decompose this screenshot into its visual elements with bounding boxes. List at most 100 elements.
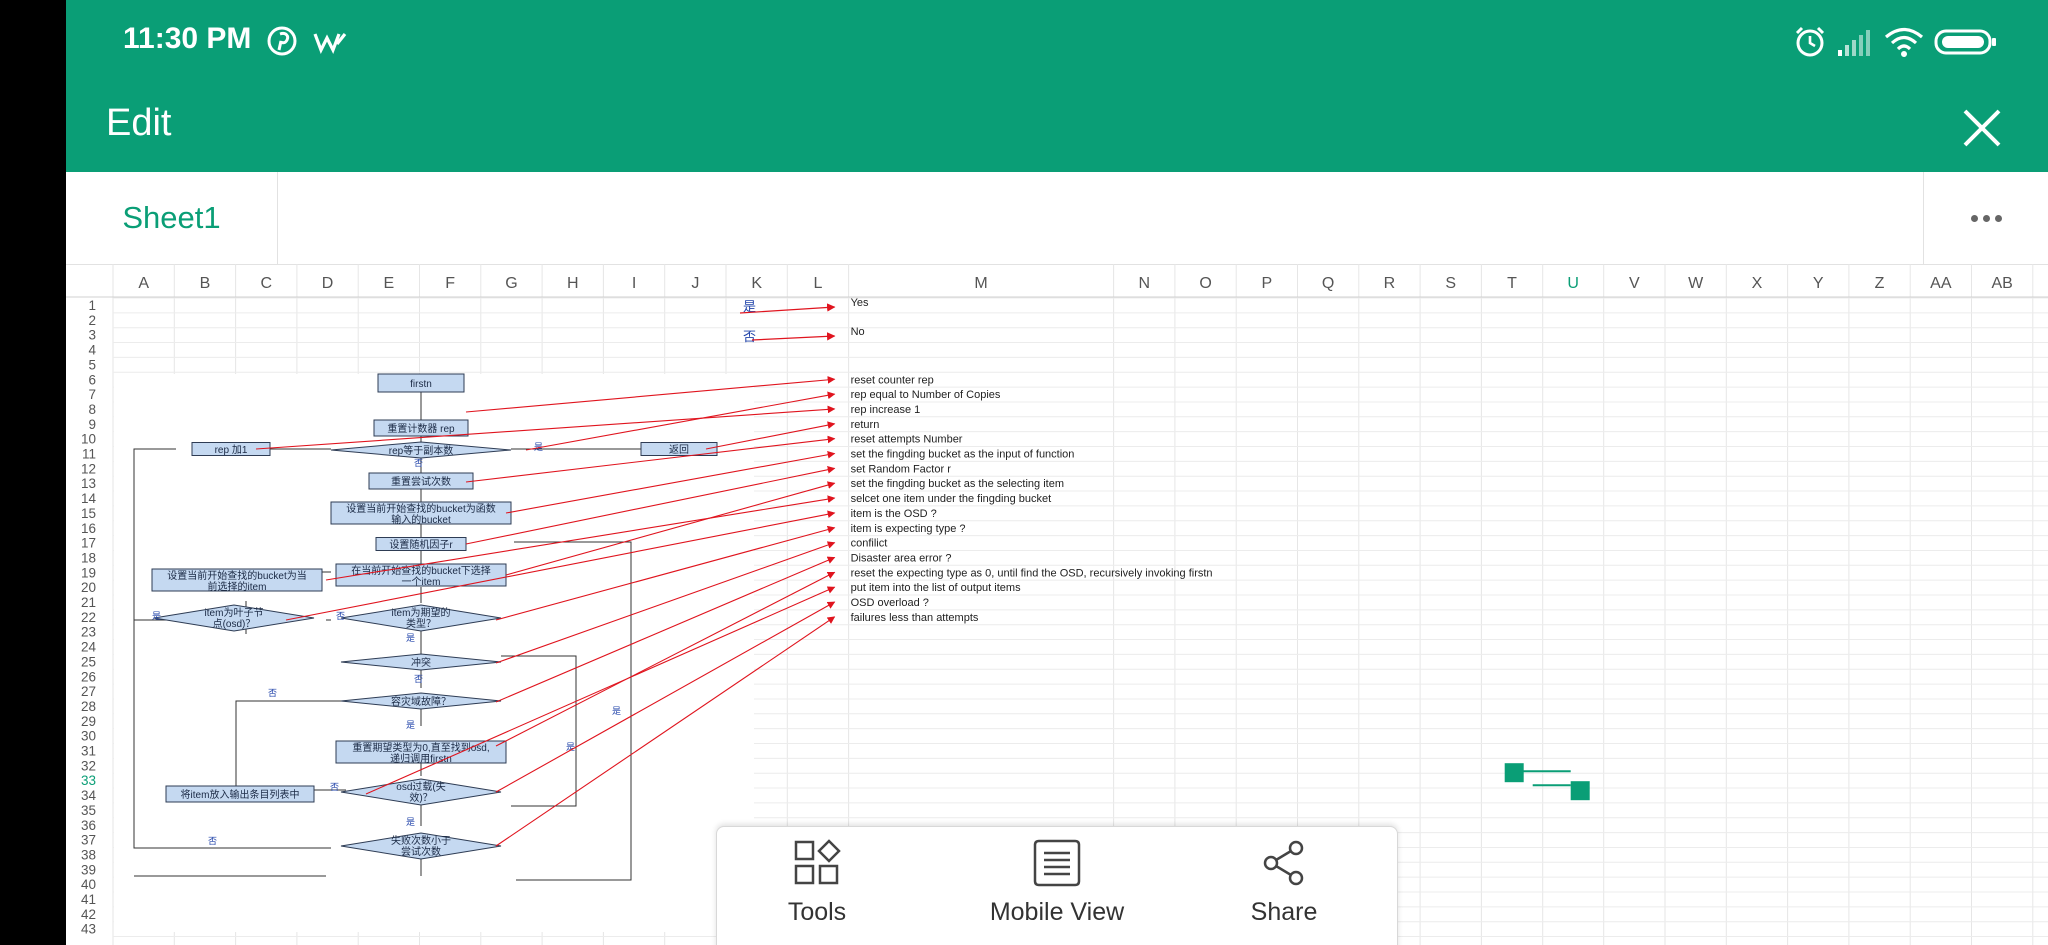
annotation-text: return — [851, 419, 880, 431]
row-header: 5 — [88, 357, 96, 372]
row-header: 21 — [81, 595, 96, 610]
status-time: 11:30 PM — [123, 22, 252, 55]
annotation-text: selcet one item under the fingding bucke… — [851, 493, 1052, 505]
row-header: 28 — [81, 699, 96, 714]
column-header: J — [691, 275, 699, 292]
row-header: 39 — [81, 862, 96, 877]
mobile-view-button[interactable]: Mobile View — [957, 839, 1157, 927]
edge-label-yes: 是 — [152, 611, 161, 621]
row-header: 18 — [81, 550, 96, 565]
row-header: 32 — [81, 758, 96, 773]
node-set-sel-text-1: 设置当前开始查找的bucket为当 — [167, 569, 306, 582]
row-header: 15 — [81, 506, 96, 521]
share-label: Share — [1250, 898, 1318, 926]
node-is-type-text-2: 类型？ — [406, 617, 436, 630]
annotation-text: item is expecting type ? — [851, 523, 966, 535]
column-header: I — [632, 275, 636, 292]
row-header: 6 — [88, 372, 96, 387]
row-header: 16 — [81, 521, 96, 536]
node-conflict-text: 冲突 — [411, 656, 431, 669]
tools-icon — [794, 839, 841, 885]
row-header: 33 — [81, 773, 96, 788]
row-header: 29 — [81, 714, 96, 729]
node-is-type-text-1: item为期望的 — [392, 606, 451, 619]
edge-label-no: 否 — [414, 674, 423, 684]
share-button[interactable]: Share — [1184, 839, 1384, 927]
node-rep-eq-text: rep等于副本数 — [389, 444, 453, 457]
row-header: 1 — [88, 298, 96, 313]
alarm-icon — [1795, 26, 1825, 57]
column-header: X — [1752, 275, 1763, 292]
node-disaster-text: 容灾域故障？ — [391, 695, 451, 708]
pinterest-icon — [267, 26, 297, 56]
column-header: T — [1507, 275, 1517, 292]
edge-label-yes: 是 — [406, 720, 415, 730]
annotation-text: OSD overload ? — [851, 597, 929, 609]
share-icon — [1263, 840, 1304, 886]
annotation-text: Disaster area error ? — [851, 552, 952, 564]
column-header: W — [1688, 275, 1704, 292]
tools-label: Tools — [787, 898, 847, 926]
node-is-leaf-text-1: item为叶子节 — [205, 607, 264, 619]
column-header: A — [138, 275, 149, 292]
annotation-text: put item into the list of output items — [851, 582, 1021, 594]
node-set-bucket-text-2: 输入的bucket — [391, 513, 451, 526]
row-header: 26 — [81, 669, 96, 684]
column-header: Q — [1322, 275, 1334, 292]
app-window: 11:30 PM Edit Sheet1 A B C D E F G H I J… — [66, 0, 2048, 945]
column-header: C — [260, 275, 272, 292]
node-set-bucket-text-1: 设置当前开始查找的bucket为函数 — [346, 502, 495, 515]
row-header: 7 — [88, 387, 96, 402]
row-header: 17 — [81, 536, 96, 551]
row-header: 40 — [81, 877, 96, 892]
row-header: 12 — [81, 461, 96, 476]
row-header: 20 — [81, 580, 96, 595]
flowchart: firstn 重置计数器 rep rep等于副本数 rep 加1 返回重置尝试次数设置当… — [114, 373, 754, 932]
row-header: 23 — [81, 625, 96, 640]
arrow-no — [751, 332, 836, 341]
tab-sheet1[interactable]: Sheet1 — [66, 172, 278, 264]
column-header: Z — [1875, 275, 1885, 292]
row-header: 34 — [81, 788, 97, 803]
close-icon[interactable] — [1952, 98, 2012, 158]
node-reset-type-text-2: 递归调用firstn — [390, 752, 452, 765]
row-header: 41 — [81, 892, 96, 907]
row-header: 9 — [88, 417, 96, 432]
row-header: 35 — [81, 803, 96, 818]
column-header: D — [322, 275, 334, 292]
edge-label-no: 否 — [414, 458, 423, 468]
selection-handle-end — [1570, 781, 1590, 801]
node-reset-type-text-1: 重置期望类型为0,直至找到osd, — [352, 741, 489, 754]
row-header: 11 — [82, 447, 96, 462]
annotation-text: reset the expecting type as 0, until fin… — [851, 567, 1213, 579]
node-select-item-text-2: 一个item — [402, 576, 441, 588]
node-firstn-text: firstn — [410, 379, 432, 390]
node-osd-over-text-2: 效)？ — [409, 791, 432, 804]
edge-label-no: 否 — [330, 782, 339, 792]
annotation-text: item is the OSD ? — [851, 508, 937, 520]
more-horizontal-icon[interactable] — [1923, 172, 2048, 264]
mobile-view-icon — [1033, 839, 1081, 887]
column-header: O — [1199, 275, 1211, 292]
annotation-text: reset counter rep — [851, 374, 934, 386]
battery-icon — [1934, 29, 1996, 55]
column-header: R — [1384, 275, 1396, 292]
row-header: 22 — [81, 610, 96, 625]
edge-label-no: 否 — [208, 836, 217, 846]
row-header: 36 — [81, 818, 96, 833]
column-header: P — [1262, 275, 1273, 292]
annotation-text: rep equal to Number of Copies — [851, 389, 1001, 401]
annotation-text: set Random Factor r — [851, 463, 952, 475]
column-header: L — [813, 275, 822, 292]
row-header: 27 — [81, 684, 96, 699]
tools-button[interactable]: Tools — [717, 839, 917, 927]
annotation-text: reset attempts Number — [851, 434, 963, 446]
edge-label-no: 否 — [336, 611, 345, 621]
column-header: E — [384, 275, 395, 292]
row-header: 25 — [81, 654, 96, 669]
row-header: 37 — [81, 833, 96, 848]
column-header: K — [751, 275, 762, 292]
node-put-item-text: 将item放入输出条目列表中 — [181, 788, 300, 801]
row-header: 14 — [81, 491, 97, 506]
signal-icon — [1838, 30, 1870, 56]
